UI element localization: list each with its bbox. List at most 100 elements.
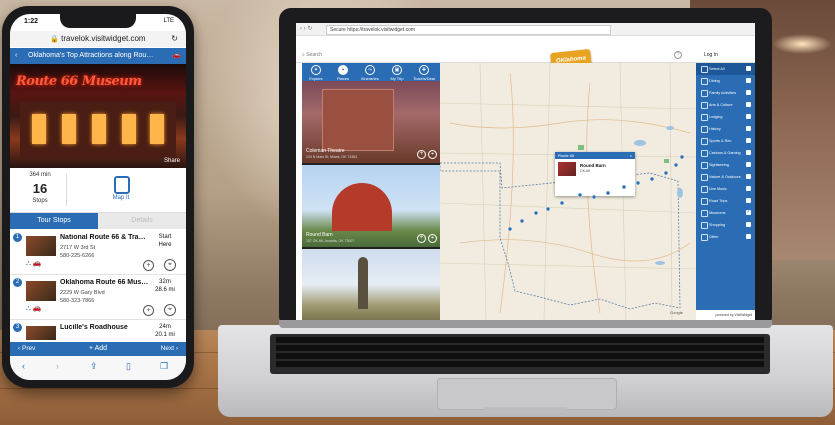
add-place-icon[interactable]: +: [417, 150, 426, 159]
stop-name[interactable]: National Route 66 & Tra…: [60, 234, 156, 241]
list-item[interactable]: 2 ⛬ 🚗 Oklahoma Route 66 Mus… 2229 W Gary…: [10, 275, 186, 320]
background-lamp: [772, 34, 832, 54]
share-button[interactable]: Share: [164, 158, 180, 164]
category-select-all[interactable]: Select All: [696, 63, 755, 75]
nav-tickets[interactable]: ✚ Tickets/Deal: [413, 65, 435, 81]
add-place-icon[interactable]: +: [417, 234, 426, 243]
category-other[interactable]: Other: [696, 231, 755, 243]
map-it-link[interactable]: Map It: [108, 195, 134, 201]
category-family[interactable]: Family Activities: [696, 87, 755, 99]
stop-phone[interactable]: 580-225-6266: [60, 253, 94, 259]
category-checkbox[interactable]: [746, 198, 751, 203]
location-pin-icon[interactable]: ⌖: [164, 304, 176, 316]
nav-my-trip[interactable]: ▣ My Trip: [386, 65, 408, 81]
category-sightseeing[interactable]: Sightseeing: [696, 159, 755, 171]
category-checkbox[interactable]: [746, 114, 751, 119]
back-icon[interactable]: ‹: [22, 361, 25, 371]
category-label: Select All: [709, 67, 725, 71]
add-stop-icon[interactable]: +: [143, 305, 154, 316]
stop-address: 2717 W 3rd St: [60, 245, 96, 251]
lock-icon: 🔒: [50, 36, 60, 43]
category-icon: [701, 210, 708, 217]
category-checkbox[interactable]: [746, 102, 751, 107]
category-checkbox[interactable]: [746, 66, 751, 71]
category-checkbox[interactable]: [746, 186, 751, 191]
place-card[interactable]: [302, 249, 440, 320]
add-button[interactable]: + Add: [78, 342, 118, 356]
prev-button[interactable]: ‹ Prev: [18, 342, 35, 356]
suitcase-icon: ▣: [392, 65, 402, 75]
nav-explore[interactable]: ✦ Explore: [305, 65, 327, 81]
nav-places[interactable]: ⌖ Places: [332, 65, 354, 81]
back-arrow-icon[interactable]: ‹: [15, 48, 17, 64]
smartphone: 1:22 LTE 🔒 travelok.visitwidget.com ↻ ‹ O…: [2, 6, 194, 388]
category-history[interactable]: History: [696, 123, 755, 135]
tab-details[interactable]: Details: [98, 213, 186, 229]
category-checkbox[interactable]: [746, 78, 751, 83]
category-icon: [701, 198, 708, 205]
divider: [66, 174, 67, 206]
stop-name[interactable]: Oklahoma Route 66 Mus…: [60, 279, 156, 286]
bookmarks-icon[interactable]: ▯: [126, 361, 131, 372]
category-label: Lodging: [709, 115, 723, 119]
reload-icon[interactable]: ↻: [171, 31, 178, 47]
hero-image: Route 66 Museum Share: [10, 64, 186, 168]
category-dining[interactable]: Dining: [696, 75, 755, 87]
car-icon[interactable]: 🚗: [172, 48, 181, 64]
list-item[interactable]: 3 Lucille's Roadhouse 24m 20.1 mi: [10, 320, 186, 342]
tab-tour-stops[interactable]: Tour Stops: [10, 213, 98, 229]
phone-notch: [60, 14, 136, 28]
keyboard: [270, 334, 770, 374]
nav-itineraries[interactable]: ⤳ Itineraries: [359, 65, 381, 81]
stop-thumbnail: [26, 326, 56, 340]
login-link[interactable]: Log In: [704, 52, 718, 58]
route-marker: [679, 154, 685, 160]
category-icon: [701, 66, 708, 73]
category-sports[interactable]: Sports & Rec: [696, 135, 755, 147]
place-pin-icon[interactable]: ⌖: [428, 234, 437, 243]
category-checkbox[interactable]: [746, 174, 751, 179]
category-live-music[interactable]: Live Music: [696, 183, 755, 195]
forward-icon[interactable]: ›: [56, 361, 59, 371]
help-icon[interactable]: ?: [674, 51, 682, 59]
place-name: Round Barn: [306, 232, 333, 238]
category-checkbox[interactable]: [746, 126, 751, 131]
category-label: Road Trips: [709, 199, 728, 203]
category-icon: [701, 150, 708, 157]
category-checkbox[interactable]: [746, 222, 751, 227]
category-shopping[interactable]: Shopping: [696, 219, 755, 231]
category-road-trips[interactable]: Road Trips: [696, 195, 755, 207]
place-pin-icon[interactable]: ⌖: [428, 150, 437, 159]
statue: [358, 257, 368, 309]
category-arts[interactable]: Arts & Culture: [696, 99, 755, 111]
category-checkbox[interactable]: [746, 162, 751, 167]
category-checkbox[interactable]: [746, 138, 751, 143]
category-checkbox[interactable]: [746, 150, 751, 155]
hero-window: [32, 114, 46, 144]
add-stop-icon[interactable]: +: [143, 260, 154, 271]
checkmark-icon[interactable]: ✓: [746, 210, 751, 215]
location-pin-icon[interactable]: ⌖: [164, 259, 176, 271]
stop-phone[interactable]: 580-323-7866: [60, 298, 94, 304]
browser-address-bar[interactable]: Secure https://travelok.visitwidget.com: [326, 25, 611, 35]
category-lodging[interactable]: Lodging: [696, 111, 755, 123]
category-nature[interactable]: Nature & Outdoors: [696, 171, 755, 183]
map-icon[interactable]: [114, 176, 130, 194]
category-checkbox[interactable]: [746, 234, 751, 239]
category-label: Sports & Rec: [709, 139, 732, 143]
next-button[interactable]: Next ›: [161, 342, 178, 356]
app-nav: ✦ Explore ⌖ Places ⤳ Itineraries ▣ My Trip ✚…: [302, 63, 440, 81]
browser-nav-icons[interactable]: ‹ › ↻: [300, 25, 312, 32]
safari-url-bar[interactable]: 🔒 travelok.visitwidget.com ↻: [10, 31, 186, 47]
category-museums[interactable]: Museums ✓: [696, 207, 755, 219]
stop-name[interactable]: Lucille's Roadhouse: [60, 324, 156, 331]
share-icon[interactable]: ⇪: [90, 361, 98, 372]
list-item[interactable]: 1 ⛬ 🚗 National Route 66 & Tra… 2717 W 3r…: [10, 230, 186, 275]
category-checkbox[interactable]: [746, 90, 751, 95]
ticket-icon: ✚: [419, 65, 429, 75]
tabs-icon[interactable]: ❐: [160, 361, 168, 372]
place-card[interactable]: Round Barn 107 OK-66, Arcadia, OK 73007 +…: [302, 165, 440, 247]
category-casinos[interactable]: Casinos & Gaming: [696, 147, 755, 159]
search-input[interactable]: ⌕ Search: [302, 52, 322, 58]
place-card[interactable]: Coleman Theatre 103 N Main St, Miami, OK …: [302, 81, 440, 163]
